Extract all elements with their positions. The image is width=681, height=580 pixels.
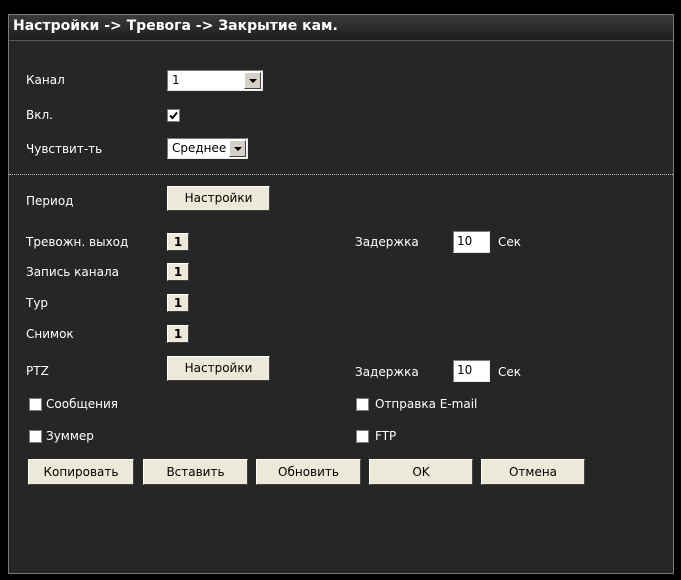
record-channel-button[interactable]: 1 [167,263,189,281]
ptz-settings-button[interactable]: Настройки [167,356,270,381]
snapshot-channel-button[interactable]: 1 [167,325,189,343]
snapshot-label: Снимок [26,327,74,341]
title-bar: Настройки -> Тревога -> Закрытие кам. [9,15,673,41]
settings-window: Настройки -> Тревога -> Закрытие кам. Ка… [8,14,674,574]
sensitivity-select[interactable]: Среднее [167,138,248,159]
paste-button-label: Вставить [166,465,225,479]
enable-checkbox[interactable] [167,109,180,122]
refresh-button[interactable]: Обновить [256,459,361,485]
alarm-out-delay-unit: Сек [498,235,522,249]
section-divider [9,174,673,175]
period-settings-button-label: Настройки [184,191,253,205]
period-label: Период [26,194,74,208]
messages-label: Сообщения [46,397,119,411]
channel-select-value: 1 [172,73,180,87]
sensitivity-label: Чувствит-ть [26,142,103,156]
cancel-button[interactable]: Отмена [481,459,585,485]
checkmark-icon [169,111,178,120]
enable-label: Вкл. [26,108,53,122]
alarm-out-label: Тревожн. выход [26,235,129,249]
tour-channel-button[interactable]: 1 [167,294,189,312]
ptz-delay-value: 10 [457,363,473,377]
buzzer-label: Зуммер [46,429,94,443]
ptz-settings-button-label: Настройки [184,361,253,375]
window-title: Настройки -> Тревога -> Закрытие кам. [13,18,338,34]
paste-button[interactable]: Вставить [143,459,248,485]
ptz-delay-input[interactable]: 10 [453,360,490,382]
alarm-out-delay-label: Задержка [355,235,419,249]
chevron-down-icon[interactable] [229,140,246,157]
refresh-button-label: Обновить [278,465,339,479]
buzzer-checkbox[interactable] [29,430,42,443]
ok-button-label: OK [412,465,430,479]
channel-select[interactable]: 1 [167,70,263,91]
email-checkbox[interactable] [356,398,369,411]
copy-button-label: Копировать [43,465,119,479]
period-settings-button[interactable]: Настройки [167,186,270,211]
alarm-out-delay-value: 10 [457,234,473,248]
alarm-out-delay-input[interactable]: 10 [453,231,490,253]
alarm-out-channel-button[interactable]: 1 [167,233,189,251]
cancel-button-label: Отмена [508,465,558,479]
ptz-label: PTZ [26,364,49,378]
ftp-label: FTP [375,429,397,443]
record-channel-label: Запись канала [26,265,119,279]
sensitivity-select-value: Среднее [172,141,227,155]
chevron-down-icon[interactable] [244,72,261,89]
email-label: Отправка E-mail [375,397,478,411]
ptz-delay-unit: Сек [498,365,522,379]
ptz-delay-label: Задержка [355,365,419,379]
ok-button[interactable]: OK [369,459,473,485]
messages-checkbox[interactable] [29,398,42,411]
ftp-checkbox[interactable] [356,430,369,443]
tour-label: Тур [26,296,49,310]
channel-label: Канал [26,73,65,87]
copy-button[interactable]: Копировать [28,459,134,485]
